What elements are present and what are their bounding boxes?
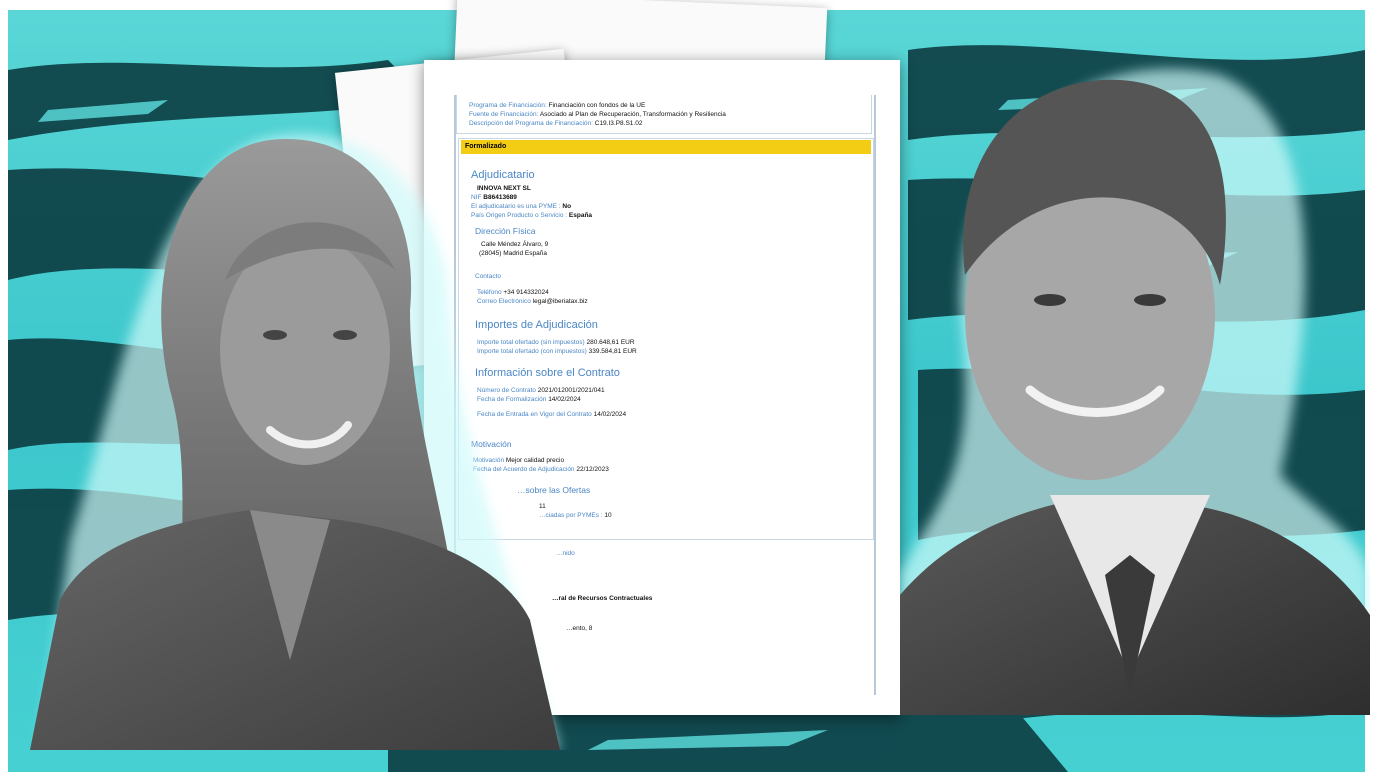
- man-portrait: [900, 68, 1370, 715]
- funding-row: Fuente de Financiación: Asociado al Plan…: [469, 111, 726, 118]
- woman-portrait: [30, 134, 560, 750]
- collage: Programa de Financiación: Financiación c…: [0, 0, 1373, 778]
- funding-row: Programa de Financiación: Financiación c…: [469, 102, 646, 109]
